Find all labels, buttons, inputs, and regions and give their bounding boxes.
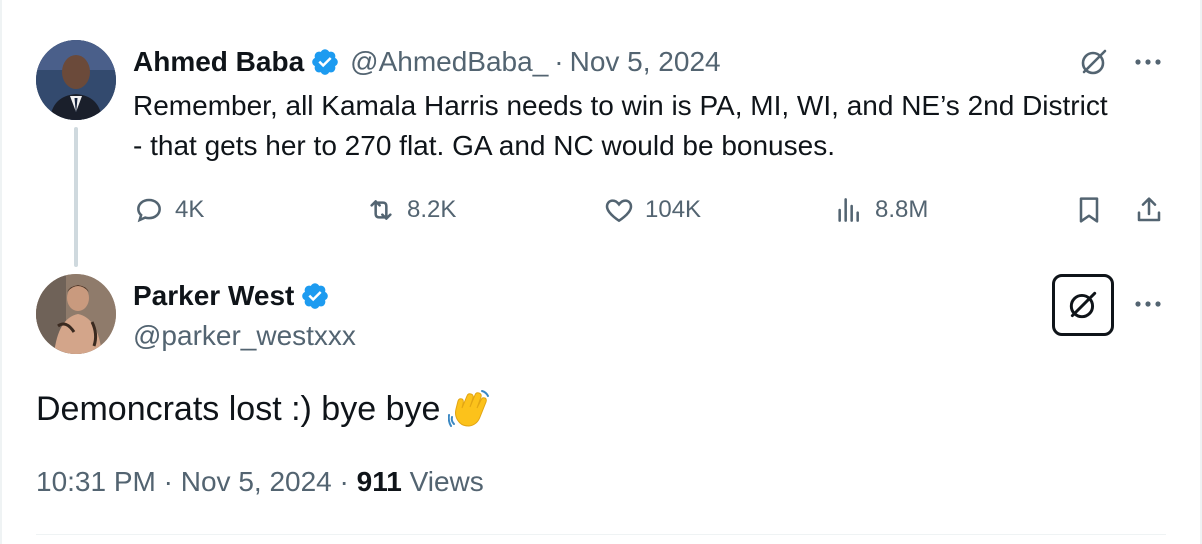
views-button[interactable]: 8.8M bbox=[833, 190, 928, 230]
waving-hand-icon bbox=[448, 387, 492, 431]
separator: · bbox=[163, 466, 173, 497]
reply-count: 4K bbox=[175, 196, 205, 223]
more-icon[interactable] bbox=[1132, 292, 1164, 316]
tweet-date[interactable]: Nov 5, 2024 bbox=[570, 46, 721, 78]
share-icon bbox=[1137, 197, 1161, 222]
reply-text-row: Demoncrats lost :) bye bye bbox=[36, 384, 492, 434]
bookmark-icon bbox=[1079, 197, 1099, 223]
views-label: Views bbox=[409, 466, 484, 497]
grok-button[interactable] bbox=[1052, 274, 1114, 336]
parent-tweet-menu bbox=[1078, 46, 1168, 78]
bookmark-button[interactable] bbox=[1073, 190, 1115, 230]
reply-tweet-header: Parker West bbox=[133, 276, 330, 316]
parent-tweet-header: Ahmed Baba @AhmedBaba_ · Nov 5, 2024 bbox=[133, 42, 721, 82]
repost-icon bbox=[370, 200, 392, 220]
tweet-meta: 10:31 PM · Nov 5, 2024 · 911 Views bbox=[36, 462, 484, 502]
action-bar: 4K 8.2K 104K 8.8M bbox=[133, 190, 1173, 230]
like-button[interactable]: 104K bbox=[603, 190, 701, 230]
tweet-time[interactable]: 10:31 PM bbox=[36, 466, 156, 497]
thread-connector bbox=[74, 127, 78, 267]
more-icon[interactable] bbox=[1132, 50, 1164, 74]
display-name[interactable]: Ahmed Baba bbox=[133, 46, 304, 78]
verified-badge-icon[interactable] bbox=[300, 281, 330, 311]
tweet-text: Demoncrats lost :) bye bye bbox=[36, 390, 441, 428]
separator: · bbox=[554, 46, 564, 77]
like-count: 104K bbox=[645, 196, 702, 223]
separator: · bbox=[339, 466, 349, 497]
repost-button[interactable]: 8.2K bbox=[365, 190, 456, 230]
reply-icon bbox=[137, 198, 161, 223]
views-count: 911 bbox=[356, 466, 402, 497]
like-icon bbox=[605, 199, 633, 223]
repost-count: 8.2K bbox=[407, 196, 457, 223]
views-count: 8.8M bbox=[875, 196, 929, 223]
handle[interactable]: @parker_westxxx bbox=[133, 318, 356, 354]
verified-badge-icon[interactable] bbox=[310, 47, 340, 77]
avatar[interactable] bbox=[36, 40, 116, 120]
share-button[interactable] bbox=[1133, 190, 1175, 230]
tweet-date[interactable]: Nov 5, 2024 bbox=[181, 466, 332, 497]
handle[interactable]: @AhmedBaba_ bbox=[350, 46, 548, 78]
grok-icon bbox=[1069, 291, 1097, 319]
divider bbox=[36, 534, 1166, 535]
grok-icon[interactable] bbox=[1078, 46, 1110, 78]
tweet-text: Remember, all Kamala Harris needs to win… bbox=[133, 90, 1108, 161]
views-icon bbox=[838, 198, 859, 222]
reply-button[interactable]: 4K bbox=[133, 190, 204, 230]
display-name[interactable]: Parker West bbox=[133, 280, 294, 312]
avatar[interactable] bbox=[36, 274, 116, 354]
